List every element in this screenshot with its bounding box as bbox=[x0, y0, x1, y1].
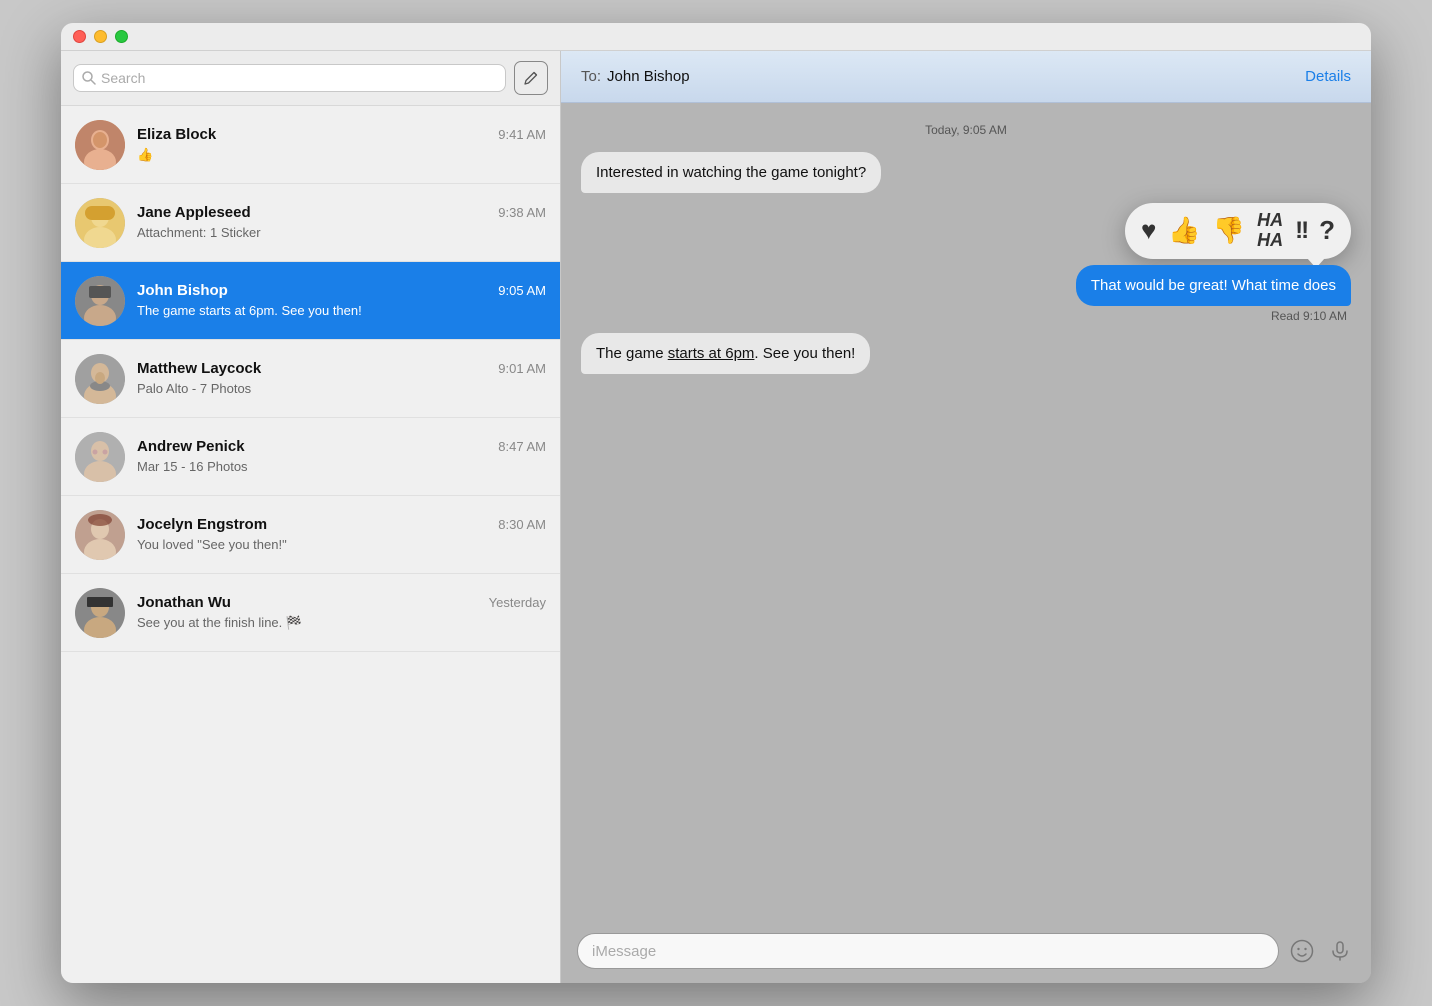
sidebar: Search bbox=[61, 51, 561, 983]
conv-preview-jonathan-wu: See you at the finish line. 🏁 bbox=[137, 615, 302, 630]
avatar-jane-appleseed bbox=[75, 198, 125, 248]
conversation-item-jonathan-wu[interactable]: Jonathan Wu Yesterday See you at the fin… bbox=[61, 574, 560, 652]
read-receipt: Read 9:10 AM bbox=[1271, 309, 1351, 323]
search-bar[interactable]: Search bbox=[73, 64, 506, 92]
date-label: Today, 9:05 AM bbox=[581, 123, 1351, 137]
message-row-incoming-1: Interested in watching the game tonight? bbox=[581, 152, 1351, 193]
conv-body-jonathan-wu: Jonathan Wu Yesterday See you at the fin… bbox=[137, 594, 546, 632]
conv-body-eliza-block: Eliza Block 9:41 AM 👍 bbox=[137, 126, 546, 164]
conv-time-john-bishop: 9:05 AM bbox=[498, 283, 546, 298]
tapback-thumbsup-icon[interactable]: 👍 bbox=[1168, 215, 1200, 246]
imessage-input[interactable]: iMessage bbox=[577, 933, 1279, 969]
minimize-button[interactable] bbox=[94, 30, 107, 43]
compose-button[interactable] bbox=[514, 61, 548, 95]
compose-icon bbox=[523, 70, 539, 86]
message-text-incoming-2-part2: . See you then! bbox=[754, 345, 855, 362]
message-text-incoming-2-part1: The game bbox=[596, 345, 668, 362]
tapback-heart-icon[interactable]: ♥ bbox=[1141, 215, 1156, 246]
emoji-button[interactable] bbox=[1287, 936, 1317, 966]
message-bubble-incoming-1[interactable]: Interested in watching the game tonight? bbox=[581, 152, 881, 193]
search-placeholder: Search bbox=[101, 70, 145, 86]
close-button[interactable] bbox=[73, 30, 86, 43]
avatar-matthew-laycock bbox=[75, 354, 125, 404]
conversation-item-jocelyn-engstrom[interactable]: Jocelyn Engstrom 8:30 AM You loved "See … bbox=[61, 496, 560, 574]
avatar-eliza-block bbox=[75, 120, 125, 170]
conversation-item-john-bishop[interactable]: John Bishop 9:05 AM The game starts at 6… bbox=[61, 262, 560, 340]
tapback-haha-icon[interactable]: HAHA bbox=[1257, 211, 1283, 251]
emoji-icon bbox=[1290, 939, 1314, 963]
conv-body-john-bishop: John Bishop 9:05 AM The game starts at 6… bbox=[137, 282, 546, 320]
message-row-incoming-2: The game starts at 6pm. See you then! bbox=[581, 333, 1351, 374]
conv-preview-andrew-penick: Mar 15 - 16 Photos bbox=[137, 459, 248, 474]
microphone-icon bbox=[1329, 940, 1351, 962]
main-content: Search bbox=[61, 51, 1371, 983]
chat-messages: Today, 9:05 AM Interested in watching th… bbox=[561, 103, 1371, 923]
input-placeholder: iMessage bbox=[592, 943, 656, 960]
message-bubble-outgoing-1[interactable]: That would be great! What time does bbox=[1076, 265, 1351, 306]
conv-preview-eliza-block: 👍 bbox=[137, 147, 153, 162]
tapback-exclaim-icon[interactable]: !! bbox=[1295, 217, 1307, 245]
avatar-jocelyn-engstrom bbox=[75, 510, 125, 560]
chat-input-area: iMessage bbox=[561, 923, 1371, 983]
conv-time-jane-appleseed: 9:38 AM bbox=[498, 205, 546, 220]
conv-preview-matthew-laycock: Palo Alto - 7 Photos bbox=[137, 381, 251, 396]
avatar-andrew-penick bbox=[75, 432, 125, 482]
conversation-item-andrew-penick[interactable]: Andrew Penick 8:47 AM Mar 15 - 16 Photos bbox=[61, 418, 560, 496]
maximize-button[interactable] bbox=[115, 30, 128, 43]
message-row-outgoing-1: ♥ 👍 👎 HAHA !! ? That would be great! Wha… bbox=[581, 203, 1351, 323]
conv-body-matthew-laycock: Matthew Laycock 9:01 AM Palo Alto - 7 Ph… bbox=[137, 360, 546, 398]
tapback-thumbsdown-icon[interactable]: 👎 bbox=[1213, 215, 1245, 246]
conv-name-matthew-laycock: Matthew Laycock bbox=[137, 360, 261, 377]
messages-window: Search bbox=[61, 23, 1371, 983]
tapback-popup: ♥ 👍 👎 HAHA !! ? bbox=[1125, 203, 1351, 259]
search-icon bbox=[82, 71, 96, 85]
conv-body-jocelyn-engstrom: Jocelyn Engstrom 8:30 AM You loved "See … bbox=[137, 516, 546, 554]
details-button[interactable]: Details bbox=[1305, 68, 1351, 85]
message-text-outgoing-1: That would be great! What time does bbox=[1091, 277, 1336, 294]
conv-time-matthew-laycock: 9:01 AM bbox=[498, 361, 546, 376]
chat-header: To: John Bishop Details bbox=[561, 51, 1371, 103]
conv-name-eliza-block: Eliza Block bbox=[137, 126, 216, 143]
to-label: To: bbox=[581, 68, 601, 85]
conv-time-andrew-penick: 8:47 AM bbox=[498, 439, 546, 454]
message-text-incoming-1: Interested in watching the game tonight? bbox=[596, 164, 866, 181]
conversation-item-jane-appleseed[interactable]: Jane Appleseed 9:38 AM Attachment: 1 Sti… bbox=[61, 184, 560, 262]
titlebar bbox=[61, 23, 1371, 51]
message-text-incoming-2-underline: starts at 6pm bbox=[668, 345, 755, 362]
conv-preview-john-bishop: The game starts at 6pm. See you then! bbox=[137, 303, 362, 318]
conv-name-jane-appleseed: Jane Appleseed bbox=[137, 204, 251, 221]
conversation-item-eliza-block[interactable]: Eliza Block 9:41 AM 👍 bbox=[61, 106, 560, 184]
conversation-list: Eliza Block 9:41 AM 👍 bbox=[61, 106, 560, 983]
conv-time-eliza-block: 9:41 AM bbox=[498, 127, 546, 142]
conv-time-jocelyn-engstrom: 8:30 AM bbox=[498, 517, 546, 532]
tapback-question-icon[interactable]: ? bbox=[1319, 215, 1335, 246]
conv-name-jocelyn-engstrom: Jocelyn Engstrom bbox=[137, 516, 267, 533]
avatar-john-bishop bbox=[75, 276, 125, 326]
avatar-jonathan-wu bbox=[75, 588, 125, 638]
conv-preview-jocelyn-engstrom: You loved "See you then!" bbox=[137, 537, 287, 552]
conv-name-andrew-penick: Andrew Penick bbox=[137, 438, 245, 455]
conv-name-john-bishop: John Bishop bbox=[137, 282, 228, 299]
conv-preview-jane-appleseed: Attachment: 1 Sticker bbox=[137, 225, 261, 240]
conv-body-jane-appleseed: Jane Appleseed 9:38 AM Attachment: 1 Sti… bbox=[137, 204, 546, 242]
chat-recipient: John Bishop bbox=[607, 68, 690, 85]
conv-body-andrew-penick: Andrew Penick 8:47 AM Mar 15 - 16 Photos bbox=[137, 438, 546, 476]
message-bubble-incoming-2[interactable]: The game starts at 6pm. See you then! bbox=[581, 333, 870, 374]
chat-panel: To: John Bishop Details Today, 9:05 AM I… bbox=[561, 51, 1371, 983]
microphone-button[interactable] bbox=[1325, 936, 1355, 966]
conversation-item-matthew-laycock[interactable]: Matthew Laycock 9:01 AM Palo Alto - 7 Ph… bbox=[61, 340, 560, 418]
conv-time-jonathan-wu: Yesterday bbox=[489, 595, 546, 610]
conv-name-jonathan-wu: Jonathan Wu bbox=[137, 594, 231, 611]
sidebar-toolbar: Search bbox=[61, 51, 560, 106]
